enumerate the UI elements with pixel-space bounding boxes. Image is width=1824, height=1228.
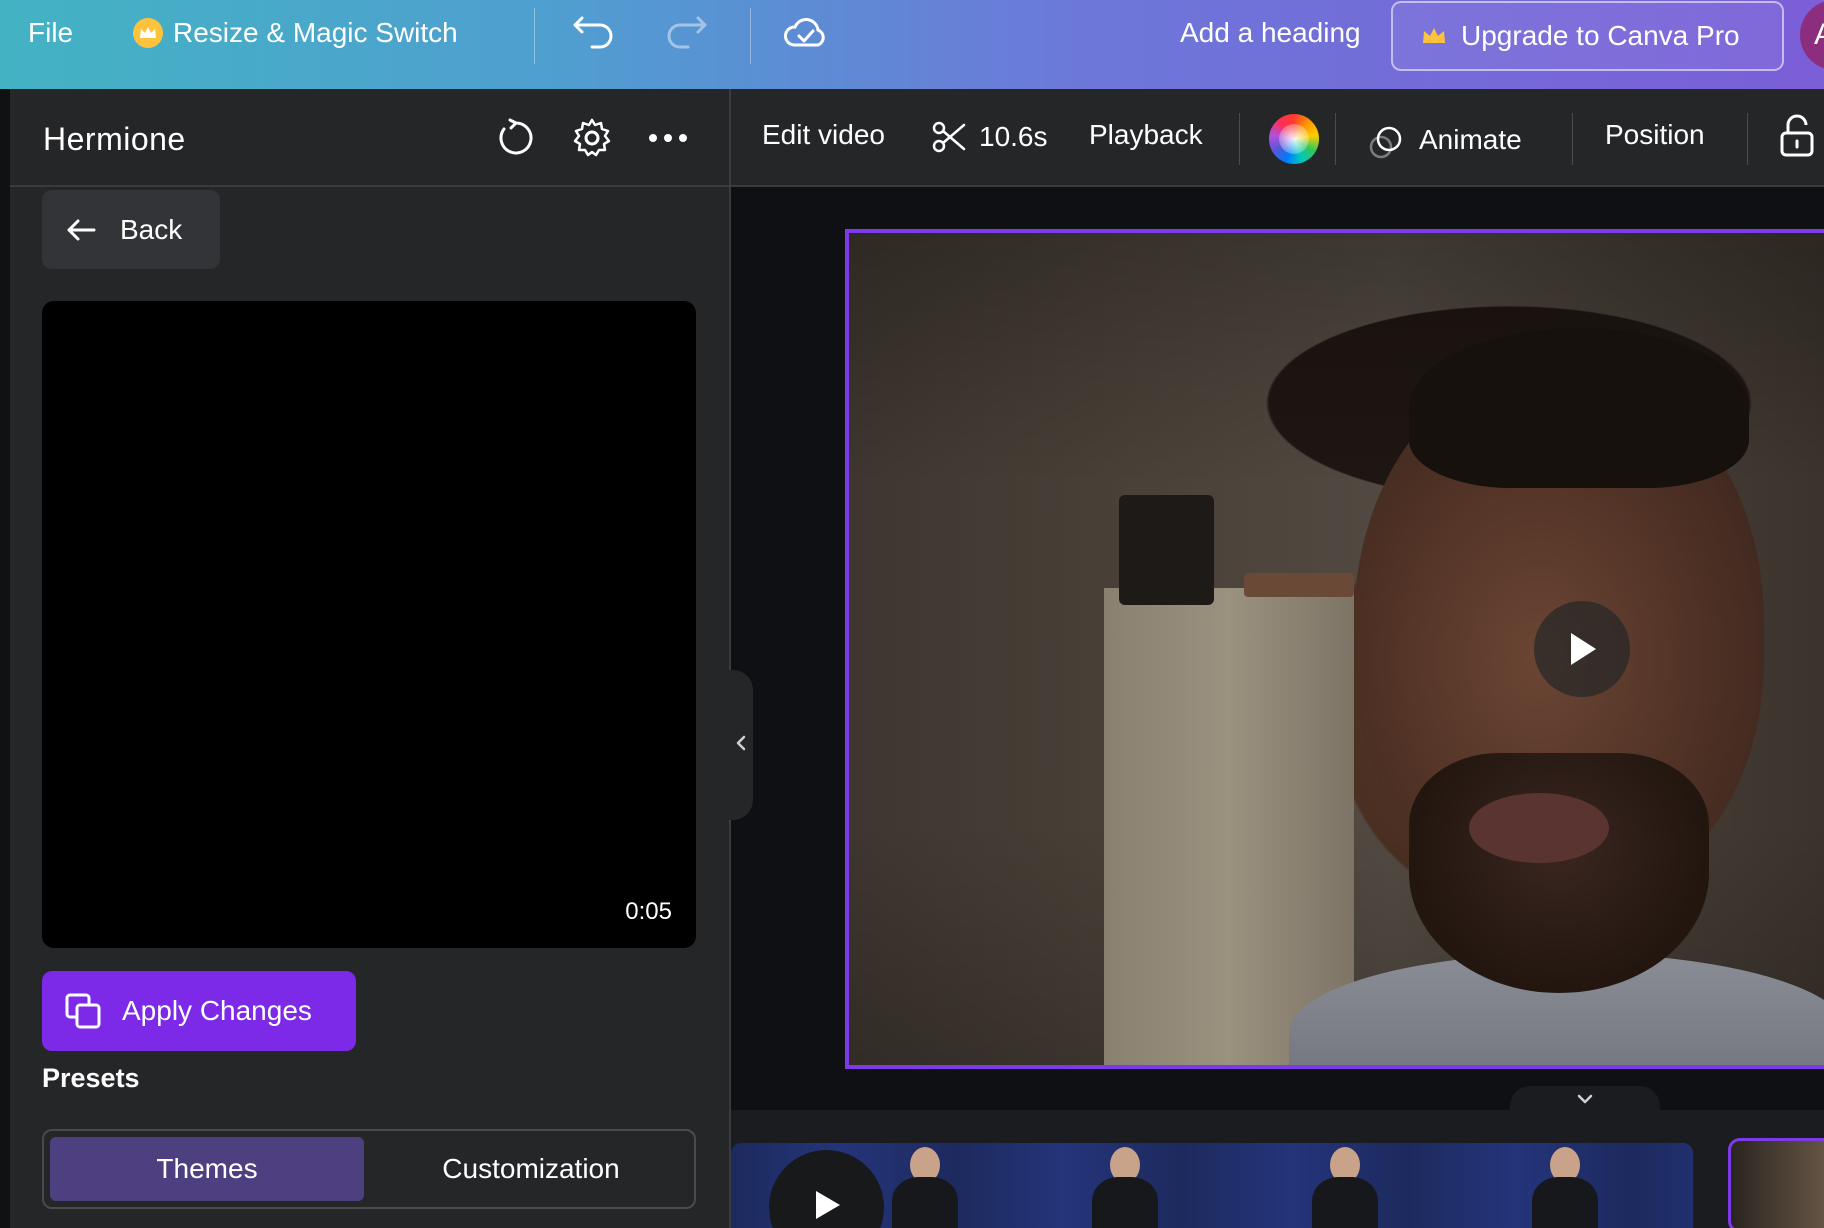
tab-customization[interactable]: Customization: [374, 1137, 688, 1201]
top-bar: File Resize & Magic Switch Add a heading…: [0, 0, 1824, 89]
refresh-icon[interactable]: [493, 115, 539, 161]
presets-heading: Presets: [42, 1063, 140, 1093]
scissors-icon: [931, 119, 967, 155]
add-heading-button[interactable]: Add a heading: [1180, 0, 1361, 66]
divider: [1239, 113, 1240, 165]
back-label: Back: [120, 213, 183, 245]
left-panel: Hermione Back 0:05 Apply Changes Presets…: [10, 89, 729, 1228]
resize-label: Resize & Magic Switch: [173, 17, 458, 48]
selected-video[interactable]: [845, 229, 1824, 1069]
crown-icon: [1421, 26, 1447, 46]
animate-label: Animate: [1419, 124, 1522, 155]
divider: [750, 8, 751, 64]
divider: [1572, 113, 1573, 165]
upgrade-label: Upgrade to Canva Pro: [1461, 20, 1740, 51]
lock-icon[interactable]: [1779, 113, 1815, 159]
panel-title: Hermione: [43, 121, 186, 157]
animate-icon: [1367, 119, 1409, 161]
apply-label: Apply Changes: [122, 995, 312, 1026]
video-preview[interactable]: 0:05: [42, 301, 696, 948]
chevron-left-icon: [735, 731, 747, 759]
edit-video-button[interactable]: Edit video: [762, 119, 885, 151]
animate-button[interactable]: Animate: [1367, 119, 1522, 161]
position-button[interactable]: Position: [1605, 119, 1705, 151]
preset-tabs: Themes Customization: [42, 1129, 696, 1209]
resize-magic-switch-button[interactable]: Resize & Magic Switch: [133, 0, 458, 66]
collapse-panel-button[interactable]: [729, 670, 753, 820]
preview-duration: 0:05: [625, 898, 672, 925]
divider: [1335, 113, 1336, 165]
chevron-down-icon: [1576, 1088, 1594, 1111]
file-menu[interactable]: File: [28, 0, 73, 66]
left-edge-strip: [0, 89, 10, 1228]
back-button[interactable]: Back: [42, 190, 220, 269]
timeline-toggle[interactable]: [1510, 1086, 1660, 1112]
avatar[interactable]: A: [1800, 0, 1824, 70]
video-subject-beard: [1409, 753, 1709, 993]
play-icon: [811, 1188, 843, 1227]
crown-icon: [133, 18, 163, 48]
trim-button[interactable]: 10.6s: [931, 119, 1048, 155]
timeline-clip-selected[interactable]: [1728, 1138, 1824, 1228]
gear-icon[interactable]: [569, 115, 615, 161]
clip-thumbnail-figure: [1300, 1143, 1390, 1228]
video-scene-speaker: [1119, 495, 1214, 605]
editor-toolbar: Edit video 10.6s Playback Animate Positi…: [731, 89, 1824, 187]
playback-button[interactable]: Playback: [1089, 119, 1203, 151]
video-scene-box: [1244, 573, 1354, 597]
play-icon[interactable]: [1534, 601, 1630, 697]
video-subject-hair: [1409, 328, 1749, 488]
clip-thumbnail-figure: [1520, 1143, 1610, 1228]
divider: [1747, 113, 1748, 165]
undo-icon[interactable]: [570, 0, 614, 66]
video-subject-mouth: [1469, 793, 1609, 863]
clip-thumbnail-figure: [1080, 1143, 1170, 1228]
panel-header: Hermione: [10, 89, 729, 187]
duration-label: 10.6s: [979, 121, 1048, 152]
copy-icon: [64, 992, 102, 1030]
more-icon[interactable]: [645, 115, 691, 161]
apply-changes-button[interactable]: Apply Changes: [42, 971, 356, 1051]
cloud-saved-icon[interactable]: [782, 0, 830, 66]
tab-themes[interactable]: Themes: [50, 1137, 364, 1201]
redo-icon[interactable]: [666, 0, 710, 66]
upgrade-button[interactable]: Upgrade to Canva Pro: [1391, 1, 1784, 71]
clip-thumbnail-figure: [880, 1143, 970, 1228]
arrow-left-icon: [66, 218, 96, 242]
divider: [534, 8, 535, 64]
color-wheel-icon[interactable]: [1269, 114, 1319, 164]
